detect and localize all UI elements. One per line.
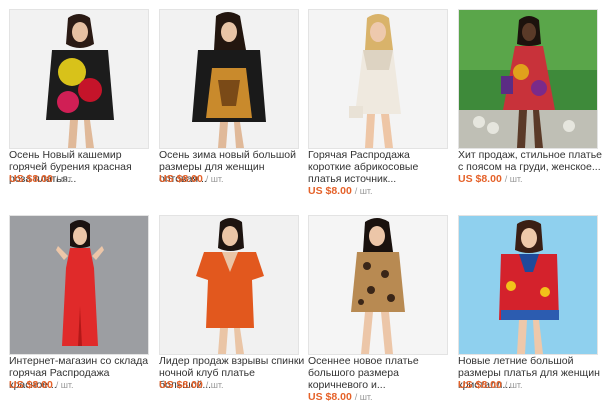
price-amount: US $8.00 [308,185,352,197]
price-amount: US $8.00 [159,379,203,391]
price-unit: / шт. [55,380,74,390]
product-photo-printed-summer-dress [459,10,597,148]
product-title[interactable]: Горячая Распродажа короткие абрикосовые … [308,149,454,185]
product-image[interactable] [9,9,149,149]
price-unit: / шт. [354,392,373,402]
product-photo-white-lace-dress [309,10,447,148]
product-price: US $8.00 / шт. [308,185,373,197]
product-image[interactable] [308,9,448,149]
price-amount: US $8.00 [458,173,502,185]
price-unit: / шт. [354,186,373,196]
price-amount: US $8.00 [308,391,352,403]
product-photo-leopard-dress [309,216,447,354]
product-image[interactable] [458,215,598,355]
product-image[interactable] [159,215,299,355]
product-photo-red-maxi-dress [10,216,148,354]
price-unit: / шт. [504,380,523,390]
product-price: US $8.00 / шт. [458,379,523,391]
product-image[interactable] [159,9,299,149]
product-image[interactable] [9,215,149,355]
price-unit: / шт. [504,174,523,184]
product-price: US $8.00 / шт. [458,173,523,185]
product-image[interactable] [458,9,598,149]
product-grid: Осень Новый кашемир горячей бурения крас… [0,0,604,410]
product-price: US $8.00 / шт. [308,391,373,403]
product-photo-tiger-sweater [160,10,298,148]
price-amount: US $8.00 [458,379,502,391]
product-image[interactable] [308,215,448,355]
price-unit: / шт. [55,174,74,184]
product-price: US $8.00 / шт. [9,379,74,391]
price-amount: US $8.00 [9,379,53,391]
price-amount: US $8.00 [159,173,203,185]
product-photo-red-floral-tunic [459,216,597,354]
price-unit: / шт. [205,380,224,390]
product-price: US $8.00 / шт. [9,173,74,185]
product-photo-floral-sweater [10,10,148,148]
product-title[interactable]: Хит продаж, стильное платье с поясом на … [458,149,604,173]
product-title[interactable]: Осеннее новое платье большого размера ко… [308,355,454,391]
price-unit: / шт. [205,174,224,184]
product-price: US $8.00 / шт. [159,379,224,391]
product-photo-orange-dress [160,216,298,354]
price-amount: US $8.00 [9,173,53,185]
product-price: US $8.00 / шт. [159,173,224,185]
